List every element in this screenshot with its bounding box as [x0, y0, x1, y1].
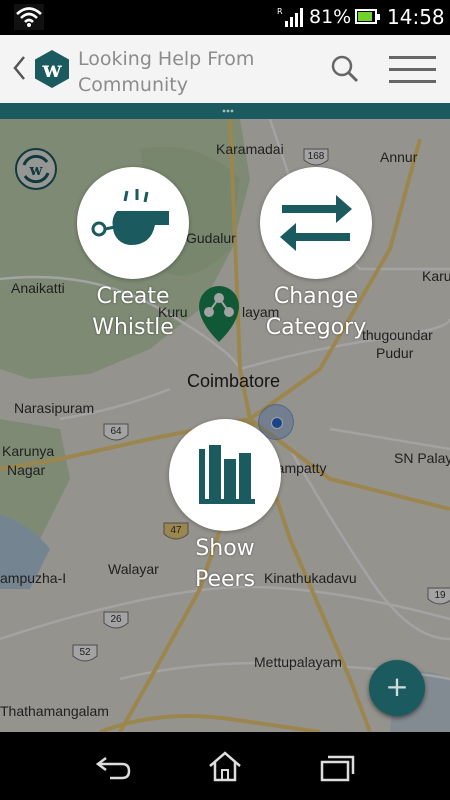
svg-text:R: R: [277, 7, 283, 16]
recents-nav-icon[interactable]: [320, 754, 356, 786]
battery-percent: 81%: [309, 6, 352, 28]
show-peers-label-2: Peers: [194, 567, 256, 592]
signal-icon: R: [276, 6, 306, 32]
svg-text:w: w: [42, 57, 63, 83]
search-icon[interactable]: [330, 54, 360, 88]
app-logo[interactable]: w: [32, 49, 72, 93]
swap-arrows-icon: [280, 195, 352, 251]
app-screen: R 81% 14:58 w Looking Help From Communit…: [0, 0, 450, 800]
system-nav-bar: [0, 732, 450, 800]
create-whistle-button[interactable]: [77, 167, 189, 279]
show-peers-button[interactable]: [169, 419, 281, 531]
home-nav-icon[interactable]: [207, 750, 243, 786]
whistle-icon: [91, 189, 169, 245]
add-fab-button[interactable]: +: [369, 660, 425, 716]
drag-handle-icon[interactable]: [222, 109, 234, 113]
page-title: Looking Help From Community: [78, 46, 308, 98]
change-category-label: Change: [273, 284, 359, 309]
battery-icon: [355, 9, 380, 24]
show-peers-action[interactable]: Show Peers: [165, 419, 285, 595]
panel-divider[interactable]: [0, 103, 450, 119]
create-whistle-action[interactable]: Create Whistle: [73, 167, 193, 343]
change-category-label-2: Category: [265, 315, 367, 340]
create-whistle-label-2: Whistle: [92, 315, 174, 340]
create-whistle-label: Create: [96, 284, 170, 309]
back-nav-icon[interactable]: [95, 752, 132, 784]
page-title-line2: Community: [78, 74, 188, 96]
change-category-action[interactable]: Change Category: [256, 167, 376, 343]
clock: 14:58: [387, 5, 445, 29]
show-peers-label: Show: [195, 536, 255, 561]
page-title-line1: Looking Help From: [78, 48, 255, 70]
menu-icon[interactable]: [389, 55, 436, 89]
action-bar: w Looking Help From Community: [0, 35, 450, 103]
back-icon[interactable]: [12, 55, 26, 85]
bar-chart-icon: [199, 445, 255, 504]
status-bar: R 81% 14:58: [0, 0, 450, 35]
change-category-button[interactable]: [260, 167, 372, 279]
wifi-icon: [14, 4, 44, 34]
